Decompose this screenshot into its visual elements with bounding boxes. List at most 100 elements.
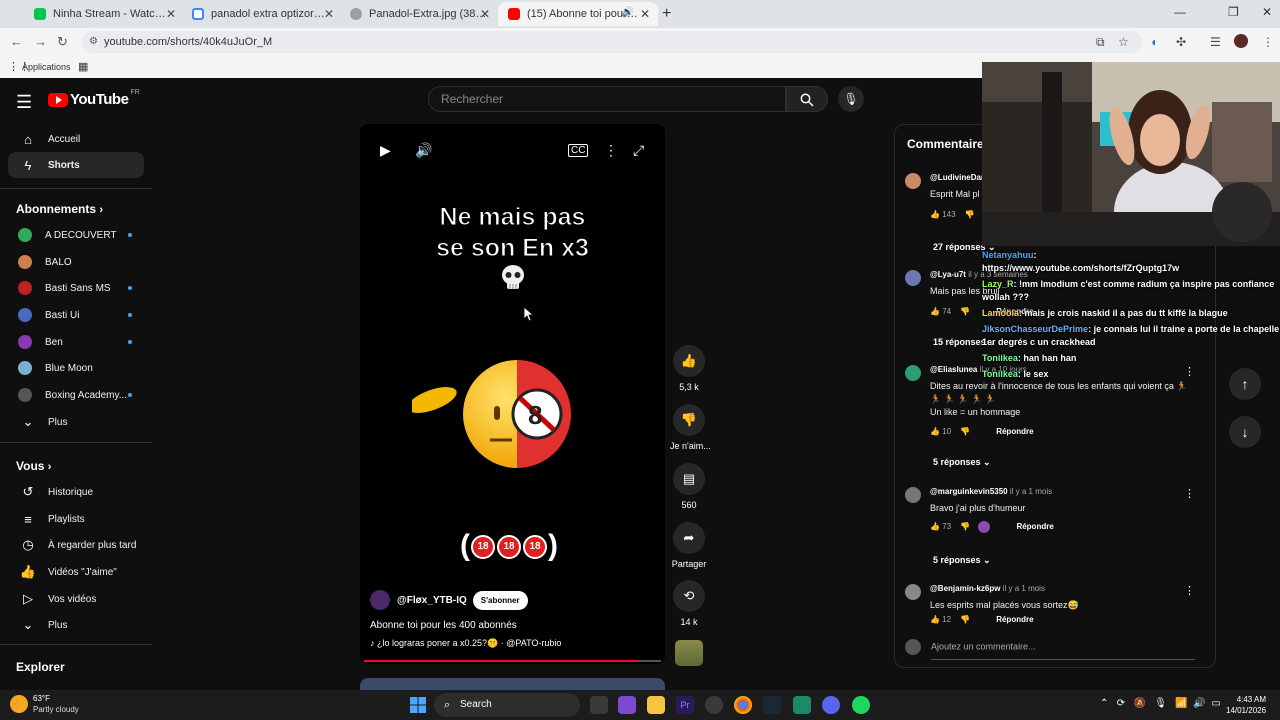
task-view-icon[interactable] <box>590 696 608 714</box>
view-replies-button[interactable]: 5 réponses ⌄ <box>933 555 991 566</box>
sidebar-sub-basti-ui[interactable]: Basti Ui <box>8 302 144 328</box>
search-input[interactable]: Rechercher <box>428 86 786 112</box>
spotify-icon[interactable] <box>852 696 870 714</box>
sidebar-subs-more[interactable]: ⌄ Plus <box>8 409 144 435</box>
avatar[interactable] <box>905 365 921 381</box>
browser-tab[interactable]: Ninha Stream - Watch Live on K ✕ <box>24 2 184 26</box>
thumbs-down-icon[interactable]: 👎 <box>960 522 970 531</box>
browser-tab[interactable]: panadol extra optizorb - Reche ✕ <box>182 2 342 26</box>
extensions-puzzle-icon[interactable]: ✣ <box>1176 35 1186 49</box>
you-header[interactable]: Vous › <box>16 459 51 473</box>
close-tab-icon[interactable]: ✕ <box>324 7 334 21</box>
back-icon[interactable]: ← <box>10 34 23 49</box>
reply-button[interactable]: Répondre <box>996 615 1033 624</box>
next-short-button[interactable]: ↓ <box>1229 416 1261 448</box>
subscribe-button[interactable]: S'abonner <box>472 590 528 610</box>
play-icon[interactable]: ▶ <box>380 142 391 159</box>
channel-avatar[interactable] <box>370 590 390 610</box>
browser-tab[interactable]: Panadol-Extra.jpg (380×463) ✕ <box>340 2 498 26</box>
app-icon[interactable] <box>618 696 636 714</box>
discord-icon[interactable] <box>822 696 840 714</box>
channel-name[interactable]: @Fløx_YTB-IQ <box>397 595 467 606</box>
reload-icon[interactable]: ↻ <box>57 34 68 50</box>
music-credit[interactable]: ♪ ¿lo lograras poner a x0.25?🤫 · @PATO-r… <box>370 638 561 649</box>
sidebar-sub-balo[interactable]: BALO <box>8 249 144 275</box>
sidebar-item-home[interactable]: ⌂ Accueil <box>8 126 144 152</box>
thumbs-down-icon[interactable]: 👎 <box>960 427 970 436</box>
avatar[interactable] <box>905 270 921 286</box>
thumbs-down-icon[interactable]: 👎 <box>960 307 970 316</box>
thumbs-up-icon[interactable]: 👍 <box>930 427 940 436</box>
battery-icon[interactable]: ▭ <box>1211 698 1220 709</box>
speaker-icon[interactable]: 🔊 <box>1193 698 1205 709</box>
install-app-icon[interactable]: ⧉ <box>1096 35 1105 50</box>
thumbs-up-icon[interactable]: 👍 <box>930 522 940 531</box>
hamburger-menu-icon[interactable]: ☰ <box>16 92 32 113</box>
mute-icon[interactable]: 🔕 <box>1133 698 1145 709</box>
tab-groups-icon[interactable]: ▦ <box>78 60 88 73</box>
sidebar-item-liked-videos[interactable]: 👍 Vidéos "J'aime" <box>8 559 144 585</box>
share-button[interactable]: ➦ Partager <box>670 522 708 569</box>
sidebar-sub-basti-sans-ms[interactable]: Basti Sans MS <box>8 275 144 301</box>
add-comment-field[interactable]: Ajoutez un commentaire... <box>905 639 1195 660</box>
profile-avatar[interactable] <box>1234 34 1248 48</box>
premiere-pro-icon[interactable]: Pr <box>676 696 694 714</box>
obs-icon[interactable] <box>705 696 723 714</box>
sidebar-sub-blue-moon[interactable]: Blue Moon <box>8 355 144 381</box>
maximize-icon[interactable]: ❐ <box>1228 5 1239 19</box>
menu-kebab-icon[interactable]: ⋮ <box>1262 35 1274 49</box>
thumbs-up-icon[interactable]: 👍 <box>930 615 940 624</box>
bookmark-applications[interactable]: Applications <box>22 62 71 72</box>
view-replies-button[interactable]: 5 réponses ⌄ <box>933 457 991 468</box>
youtube-logo[interactable]: YouTube FR <box>48 89 140 108</box>
comment-menu-icon[interactable]: ⋮ <box>1184 584 1195 597</box>
windows-start-icon[interactable] <box>410 697 426 713</box>
search-button[interactable] <box>786 86 828 112</box>
close-tab-icon[interactable]: ✕ <box>480 7 490 21</box>
comments-button[interactable]: ▤ 560 <box>670 463 708 510</box>
minimize-icon[interactable]: — <box>1174 5 1186 19</box>
browser-tab-active[interactable]: (15) Abonne toi pour les 40 🔊 ✕ <box>498 2 658 26</box>
forward-icon[interactable]: → <box>34 34 47 49</box>
sidebar-item-history[interactable]: ↺ Historique <box>8 479 144 505</box>
app-icon[interactable] <box>793 696 811 714</box>
thumbs-up-icon[interactable]: 👍 <box>930 307 940 316</box>
audio-playing-icon[interactable]: 🔊 <box>622 7 634 18</box>
video-progress-bar[interactable] <box>364 660 661 662</box>
sidebar-sub-a-decouvert[interactable]: A DECOUVERT <box>8 222 144 248</box>
sync-icon[interactable]: ⟳ <box>1117 698 1125 709</box>
captions-icon[interactable]: CC <box>568 144 589 157</box>
subscriptions-header[interactable]: Abonnements › <box>16 202 103 216</box>
voice-search-button[interactable]: 🎙 <box>838 86 864 112</box>
sidebar-you-more[interactable]: ⌄ Plus <box>8 612 144 638</box>
video-title[interactable]: Abonne toi pour les 400 abonnés <box>370 620 517 631</box>
sidebar-sub-boxing-academy[interactable]: Boxing Academy... <box>8 382 144 408</box>
reply-button[interactable]: Répondre <box>1016 522 1053 531</box>
comment-author[interactable]: @marguinkevin5350 il y a 1 mois <box>930 487 1052 496</box>
taskbar-search[interactable]: ⌕ Search <box>434 693 580 717</box>
volume-icon[interactable]: 🔊 <box>415 142 432 159</box>
remix-button[interactable]: ⟲ 14 k <box>670 580 708 627</box>
shorts-video-player[interactable]: ▶ 🔊 CC ⋮ ⤢ Ne mais pas se son En x3 8 (… <box>360 124 665 664</box>
avatar[interactable] <box>905 487 921 503</box>
sound-thumbnail[interactable] <box>675 640 703 666</box>
fullscreen-icon[interactable]: ⤢ <box>633 142 644 159</box>
url-bar[interactable]: ⚙ youtube.com/shorts/40k4uJuOr_M <box>82 31 1142 53</box>
site-info-icon[interactable]: ⚙ <box>89 31 98 53</box>
chevron-up-icon[interactable]: ⌃ <box>1100 698 1108 709</box>
bookmark-star-icon[interactable]: ☆ <box>1118 35 1129 49</box>
thumbs-up-icon[interactable]: 👍 <box>930 210 940 219</box>
chrome-icon[interactable] <box>734 696 752 714</box>
close-tab-icon[interactable]: ✕ <box>640 7 650 21</box>
file-explorer-icon[interactable] <box>647 696 665 714</box>
sidebar-item-playlists[interactable]: ≡ Playlists <box>8 506 144 532</box>
sidebar-item-shorts[interactable]: ϟ Shorts <box>8 152 144 178</box>
close-tab-icon[interactable]: ✕ <box>166 7 176 21</box>
thumbs-down-icon[interactable]: 👎 <box>960 615 970 624</box>
more-options-icon[interactable]: ⋮ <box>604 142 618 159</box>
dislike-button[interactable]: 👎 Je n'aim... <box>670 404 711 451</box>
steam-icon[interactable] <box>763 696 781 714</box>
sidebar-item-watch-later[interactable]: ◷ À regarder plus tard <box>8 532 144 558</box>
next-short-preview[interactable] <box>360 678 665 690</box>
wifi-icon[interactable]: 📶 <box>1175 698 1187 709</box>
